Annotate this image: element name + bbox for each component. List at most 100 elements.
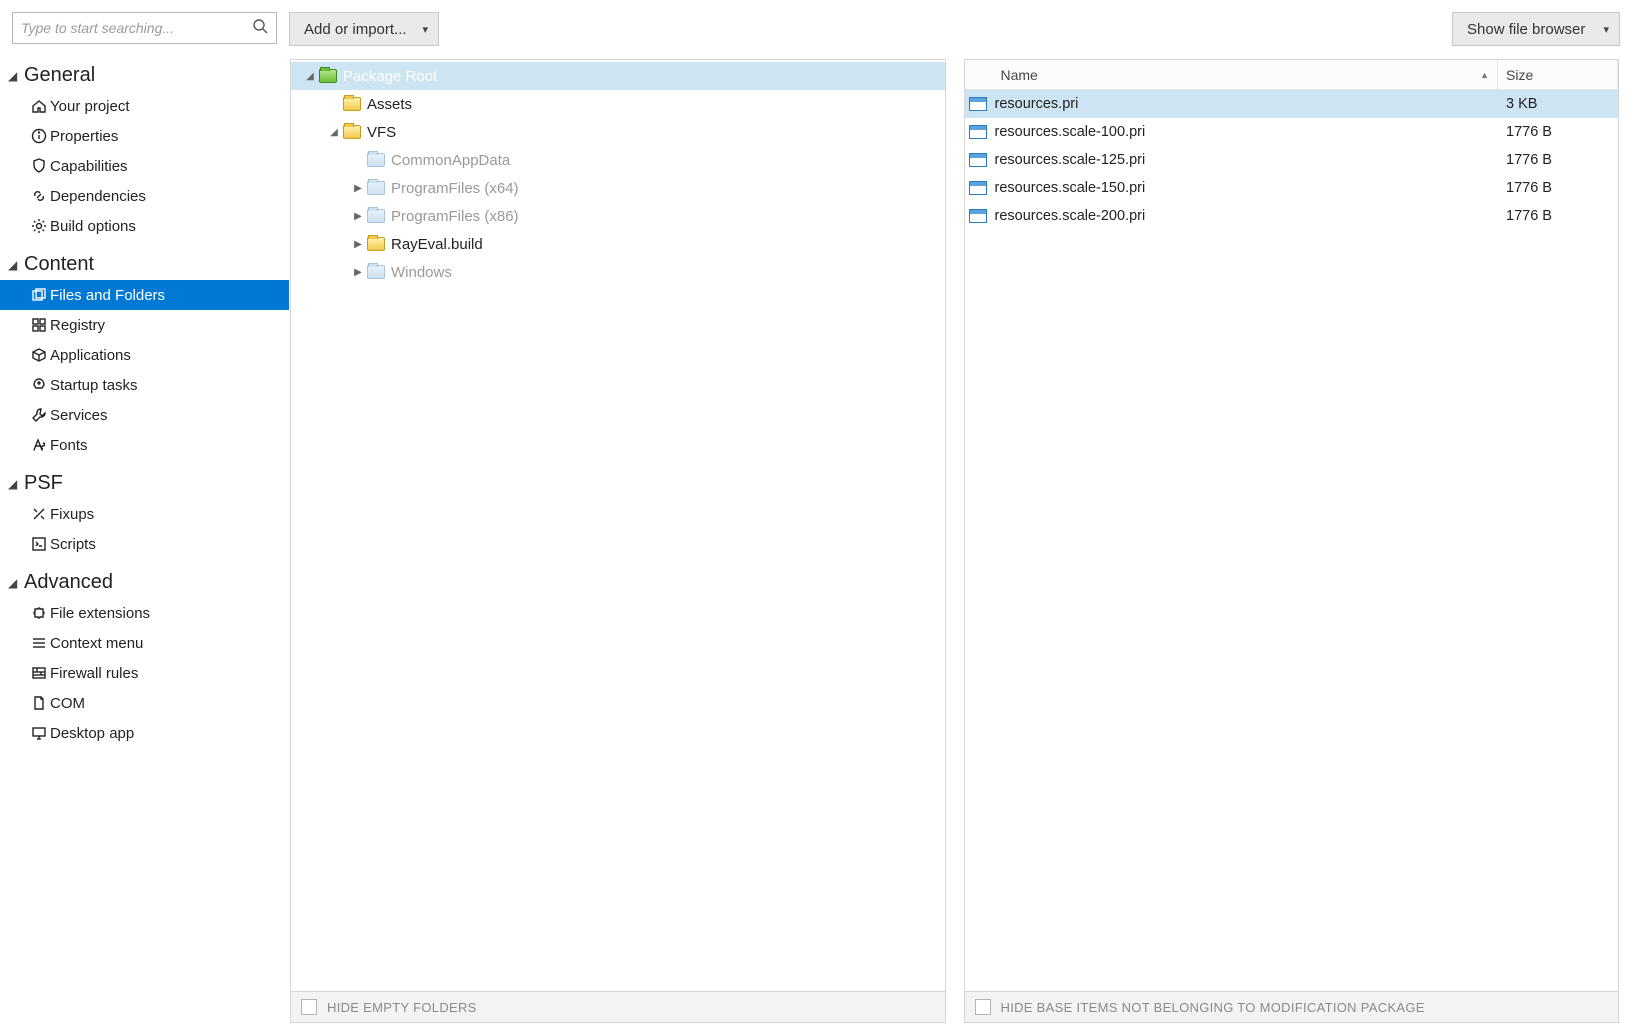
nav-item-services[interactable]: Services: [0, 400, 289, 430]
caret-down-icon: ◢: [8, 477, 20, 491]
chevron-down-icon: ▾: [1603, 23, 1609, 36]
caret-collapsed-icon[interactable]: ▶: [351, 267, 365, 278]
nav-item-label: Files and Folders: [50, 287, 165, 304]
tree-node[interactable]: ◢Package Root: [291, 62, 945, 90]
folder-tree[interactable]: ◢Package Root▶Assets◢VFS▶CommonAppData▶P…: [290, 59, 946, 991]
nav-item-file-extensions[interactable]: File extensions: [0, 598, 289, 628]
file-size: 1776 B: [1498, 208, 1618, 224]
tree-node[interactable]: ◢ VFS: [291, 118, 945, 146]
section-title: Content: [24, 253, 94, 276]
file-icon: [969, 181, 987, 195]
nav-item-firewall-rules[interactable]: Firewall rules: [0, 658, 289, 688]
search-icon: [252, 18, 268, 38]
nav-item-label: Your project: [50, 98, 130, 115]
show-file-browser-label: Show file browser: [1467, 21, 1585, 38]
add-or-import-dropdown[interactable]: Add or import... ▾: [289, 12, 439, 46]
file-row[interactable]: resources.scale-100.pri1776 B: [965, 118, 1619, 146]
file-row[interactable]: resources.scale-125.pri1776 B: [965, 146, 1619, 174]
nav-item-desktop-app[interactable]: Desktop app: [0, 718, 289, 748]
nav-item-context-menu[interactable]: Context menu: [0, 628, 289, 658]
nav-item-dependencies[interactable]: Dependencies: [0, 181, 289, 211]
gear-icon: [28, 218, 50, 234]
tree-node-label: ProgramFiles (x64): [391, 180, 519, 197]
file-row[interactable]: resources.scale-150.pri1776 B: [965, 174, 1619, 202]
nav-item-label: Fonts: [50, 437, 88, 454]
file-size: 1776 B: [1498, 152, 1618, 168]
folder-icon: [367, 265, 385, 279]
file-icon: [969, 97, 987, 111]
caret-down-icon: ◢: [8, 576, 20, 590]
tree-node[interactable]: ▶ ProgramFiles (x64): [291, 174, 945, 202]
desktop-icon: [28, 725, 50, 741]
file-row[interactable]: resources.scale-200.pri1776 B: [965, 202, 1619, 230]
script-icon: [28, 536, 50, 552]
tree-node[interactable]: ▶ ProgramFiles (x86): [291, 202, 945, 230]
column-header-name[interactable]: Name ▲: [995, 60, 1499, 89]
file-icon: [969, 153, 987, 167]
tree-node-label: CommonAppData: [391, 152, 510, 169]
nav-item-label: Applications: [50, 347, 131, 364]
sidebar: ◢General Your project PropertiesCapabiliti…: [0, 0, 289, 1024]
files-icon: [28, 287, 50, 303]
show-file-browser-dropdown[interactable]: Show file browser ▾: [1452, 12, 1620, 46]
nav-item-startup-tasks[interactable]: Startup tasks: [0, 370, 289, 400]
file-list-panel: Name ▲ Size resources.pri3 KBresources.s…: [963, 58, 1621, 1024]
tree-node-label: ProgramFiles (x86): [391, 208, 519, 225]
nav-item-label: Fixups: [50, 506, 94, 523]
caret-collapsed-icon[interactable]: ▶: [351, 183, 365, 194]
nav-item-properties[interactable]: Properties: [0, 121, 289, 151]
hide-empty-folders-label: HIDE EMPTY FOLDERS: [327, 1000, 477, 1015]
folder-icon: [367, 237, 385, 251]
column-header-size[interactable]: Size: [1498, 60, 1618, 89]
caret-collapsed-icon[interactable]: ▶: [351, 239, 365, 250]
folder-tree-panel: ◢Package Root▶Assets◢VFS▶CommonAppData▶P…: [289, 58, 947, 1024]
section-header[interactable]: ◢Advanced: [0, 559, 289, 598]
file-row[interactable]: resources.pri3 KB: [965, 90, 1619, 118]
folder-icon: [343, 97, 361, 111]
toolbar: Add or import... ▾ Show file browser ▾: [289, 12, 1620, 46]
hide-base-items-checkbox[interactable]: [975, 999, 991, 1015]
tree-node[interactable]: ▶Windows: [291, 258, 945, 286]
files-footer: HIDE BASE ITEMS NOT BELONGING TO MODIFIC…: [964, 991, 1620, 1023]
chevron-down-icon: ▾: [422, 23, 428, 36]
tree-node[interactable]: ▶Assets: [291, 90, 945, 118]
caret-down-icon: ◢: [8, 258, 20, 272]
folder-icon: [367, 209, 385, 223]
folder-icon: [367, 181, 385, 195]
firewall-icon: [28, 665, 50, 681]
nav-item-com[interactable]: COM: [0, 688, 289, 718]
tree-node[interactable]: ▶CommonAppData: [291, 146, 945, 174]
hide-empty-folders-checkbox[interactable]: [301, 999, 317, 1015]
tree-node-label: Assets: [367, 96, 412, 113]
nav-item-fixups[interactable]: Fixups: [0, 499, 289, 529]
nav-item-capabilities[interactable]: Capabilities: [0, 151, 289, 181]
nav-item-applications[interactable]: Applications: [0, 340, 289, 370]
nav-item-fonts[interactable]: Fonts: [0, 430, 289, 460]
caret-collapsed-icon[interactable]: ▶: [351, 211, 365, 222]
nav-item-label: COM: [50, 695, 85, 712]
file-icon: [969, 209, 987, 223]
nav-item-your-project[interactable]: Your project: [0, 91, 289, 121]
tree-node[interactable]: ▶RayEval.build: [291, 230, 945, 258]
nav-item-label: File extensions: [50, 605, 150, 622]
caret-expanded-icon[interactable]: ◢: [327, 127, 341, 138]
nav-item-label: Build options: [50, 218, 136, 235]
search-box[interactable]: [12, 12, 277, 44]
info-icon: [28, 128, 50, 144]
file-name: resources.scale-200.pri: [995, 208, 1499, 224]
section-header[interactable]: ◢ Content: [0, 241, 289, 280]
main: Add or import... ▾ Show file browser ▾ ◢…: [289, 0, 1632, 1024]
search-input[interactable]: [21, 20, 252, 36]
nav-item-build-options[interactable]: Build options: [0, 211, 289, 241]
nav-item-files-and-folders[interactable]: Files and Folders: [0, 280, 289, 310]
section-header[interactable]: ◢General: [0, 52, 289, 91]
tree-node-label: VFS: [367, 124, 396, 141]
nav-item-registry[interactable]: Registry: [0, 310, 289, 340]
nav-item-scripts[interactable]: Scripts: [0, 529, 289, 559]
caret-expanded-icon[interactable]: ◢: [303, 71, 317, 82]
file-size: 3 KB: [1498, 96, 1618, 112]
link-icon: [28, 188, 50, 204]
section-header[interactable]: ◢PSF: [0, 460, 289, 499]
tree-footer: HIDE EMPTY FOLDERS: [290, 991, 946, 1023]
file-name: resources.scale-100.pri: [995, 124, 1499, 140]
